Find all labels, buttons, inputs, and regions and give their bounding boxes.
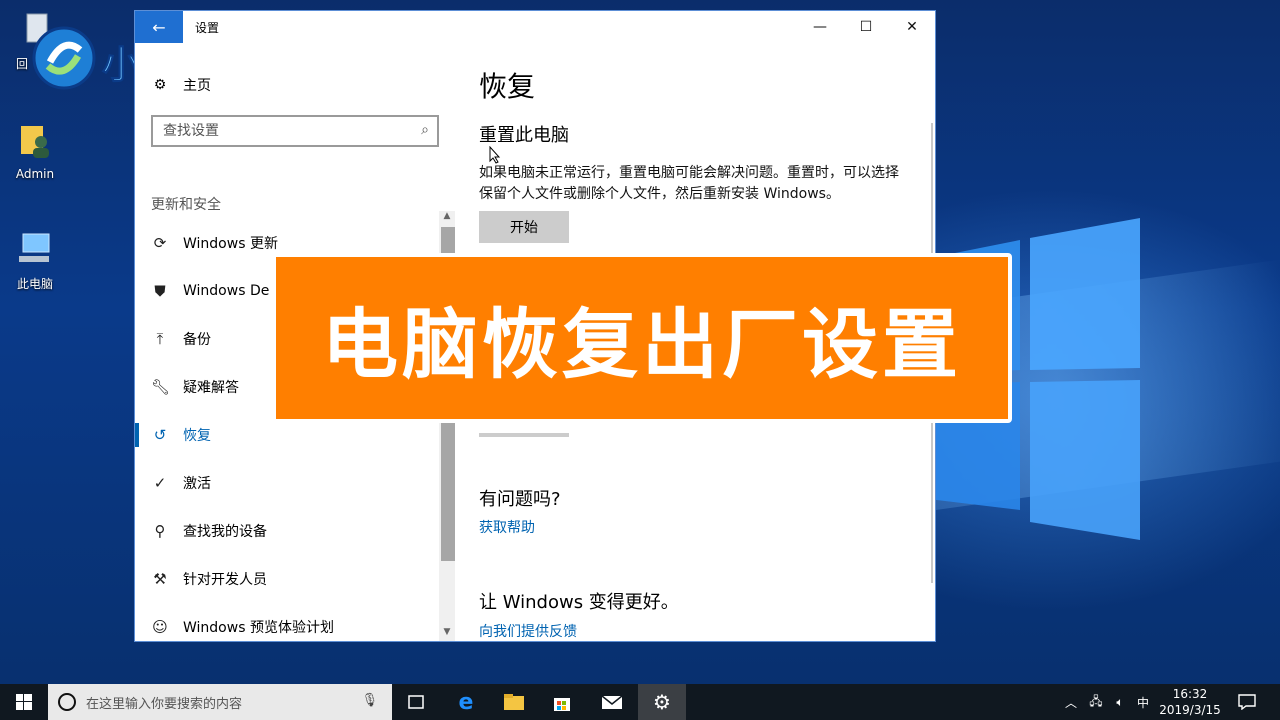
back-button[interactable]: ← (135, 11, 183, 43)
close-icon: ✕ (906, 19, 918, 35)
person-pin-icon: ⚲ (154, 522, 166, 540)
nav-home-label: 主页 (183, 78, 211, 94)
sidebar-item-label: 查找我的设备 (183, 524, 267, 540)
maximize-button[interactable]: ☐ (843, 11, 889, 43)
notification-icon (1238, 694, 1256, 710)
brand-logo-icon (32, 26, 96, 90)
computer-icon (19, 233, 50, 262)
taskbar-clock[interactable]: 16:32 2019/3/15 (1154, 686, 1226, 718)
sidebar-item-insider-program[interactable]: ☺ Windows 预览体验计划 (135, 603, 439, 641)
taskbar-search-placeholder: 在这里输入你要搜索的内容 (86, 696, 243, 712)
sync-icon: ⟳ (153, 234, 167, 252)
shield-icon: ⛊ (154, 282, 166, 300)
sidebar-item-for-developers[interactable]: ⚒ 针对开发人员 (135, 555, 439, 603)
nav-section-heading: 更新和安全 (151, 197, 221, 213)
task-view-icon (408, 695, 424, 709)
desktop-icon-label: Admin (15, 167, 55, 181)
ime-indicator: 中 (1136, 695, 1149, 710)
reset-pc-description: 如果电脑未正常运行，重置电脑可能会解决问题。重置时，可以选择保留个人文件或删除个… (479, 165, 899, 202)
sidebar-item-label: 疑难解答 (183, 380, 239, 396)
sidebar-item-label: 激活 (183, 476, 211, 492)
title-banner: 电脑恢复出厂设置 (272, 253, 1012, 423)
arrow-left-icon: ← (152, 17, 166, 37)
settings-search-box[interactable]: ⌕ (151, 115, 439, 147)
sidebar-item-label: 备份 (183, 332, 211, 348)
folder-icon (504, 694, 524, 710)
upload-icon: ⤒ (156, 330, 164, 348)
cortana-icon[interactable] (58, 693, 76, 711)
chevron-up-icon: ︿ (1064, 695, 1077, 710)
windows-start-icon (16, 694, 32, 710)
edge-icon: e (458, 689, 474, 715)
feedback-link[interactable]: 向我们提供反馈 (479, 621, 577, 641)
chevron-down-icon[interactable]: ▼ (439, 627, 455, 641)
check-circle-icon: ✓ (153, 474, 167, 492)
tools-icon: ⚒ (153, 570, 167, 588)
tray-volume[interactable]: 🔈︎ (1108, 684, 1132, 720)
user-icon: ☺ (152, 618, 168, 636)
reset-start-button[interactable]: 开始 (479, 211, 569, 243)
speaker-icon: 🔈︎ (1116, 694, 1124, 709)
action-center-button[interactable] (1232, 684, 1262, 720)
tray-show-hidden[interactable]: ︿ (1060, 684, 1082, 720)
hidden-button-edge (479, 433, 569, 437)
mail-icon (601, 695, 623, 709)
sidebar-item-label: 恢复 (183, 428, 211, 444)
clock-date: 2019/3/15 (1159, 703, 1221, 717)
feedback-heading: 让 Windows 变得更好。 (479, 592, 679, 613)
search-icon[interactable]: ⌕ (421, 122, 429, 138)
window-title: 设置 (195, 21, 220, 35)
desktop-icon-this-pc[interactable]: 此电脑 (0, 228, 70, 292)
history-icon: ↺ (153, 426, 167, 444)
taskbar-edge[interactable]: e (442, 684, 490, 720)
sidebar-item-label: Windows 预览体验计划 (183, 620, 334, 636)
settings-search-input[interactable] (163, 123, 403, 139)
sidebar-item-label: 针对开发人员 (183, 572, 267, 588)
desktop-icon-admin[interactable]: Admin (0, 120, 70, 181)
nav-home[interactable]: ⚙ 主页 (151, 73, 211, 97)
taskbar-file-explorer[interactable] (490, 684, 538, 720)
store-icon (554, 698, 570, 711)
close-button[interactable]: ✕ (889, 11, 935, 43)
microphone-icon[interactable]: 🎙︎ (361, 693, 378, 708)
help-heading: 有问题吗? (479, 489, 561, 510)
taskbar-mail[interactable] (588, 684, 636, 720)
taskbar-store[interactable] (538, 684, 586, 720)
gear-icon: ⚙ (153, 77, 167, 93)
mouse-cursor-icon (489, 146, 501, 164)
user-folder-icon (21, 126, 49, 158)
maximize-icon: ☐ (859, 19, 873, 35)
start-button[interactable] (0, 684, 48, 720)
taskbar: 在这里输入你要搜索的内容 🎙︎ e ⚙ ︿ 🖧︎ 🔈︎ 中 16:32 2019… (0, 684, 1280, 720)
reset-pc-heading: 重置此电脑 (479, 125, 569, 146)
get-help-link[interactable]: 获取帮助 (479, 517, 535, 537)
task-view-button[interactable] (392, 684, 440, 720)
sidebar-item-activation[interactable]: ✓ 激活 (135, 459, 439, 507)
title-bar: ← 设置 — ☐ ✕ (135, 11, 935, 43)
sidebar-item-find-my-device[interactable]: ⚲ 查找我的设备 (135, 507, 439, 555)
tray-ime[interactable]: 中 (1132, 684, 1154, 720)
taskbar-settings[interactable]: ⚙ (638, 684, 686, 720)
minimize-icon: — (813, 19, 827, 35)
page-title: 恢复 (479, 70, 536, 103)
desktop-icon-label: 此电脑 (16, 277, 53, 291)
chevron-up-icon[interactable]: ▲ (439, 211, 455, 225)
minimize-button[interactable]: — (797, 11, 843, 43)
network-icon: 🖧︎ (1089, 693, 1103, 708)
banner-text: 电脑恢复出厂设置 (322, 300, 962, 389)
wrench-icon: 🔧︎ (151, 378, 171, 396)
clock-time: 16:32 (1172, 687, 1208, 701)
sidebar-item-label: Windows De (183, 283, 270, 299)
sidebar-item-label: Windows 更新 (183, 236, 278, 252)
tray-network[interactable]: 🖧︎ (1084, 684, 1108, 720)
gear-icon: ⚙ (653, 690, 671, 714)
taskbar-search-box[interactable]: 在这里输入你要搜索的内容 🎙︎ (48, 684, 392, 720)
